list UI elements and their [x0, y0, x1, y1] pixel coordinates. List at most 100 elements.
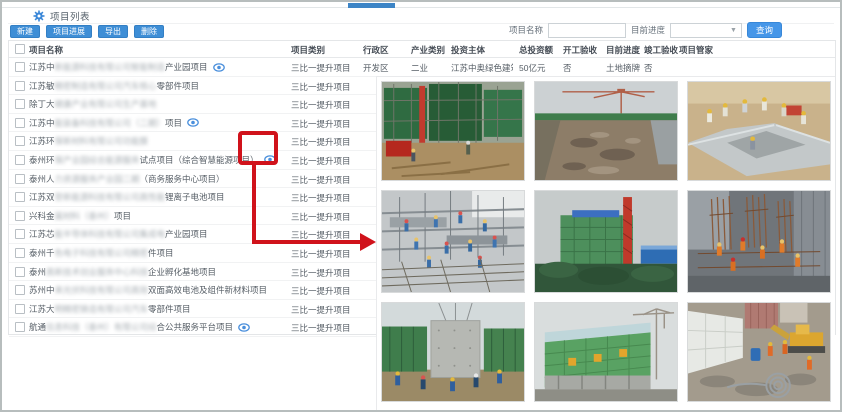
col-amount: 总投资额 [519, 44, 553, 56]
row-checkbox[interactable] [15, 322, 25, 332]
project-name: 泰州千色电子科技有限公司精密件项目 [29, 244, 174, 262]
construction-photo-6[interactable] [687, 190, 831, 293]
project-category-cell: 三比一提升项目 [291, 192, 351, 204]
completion-acceptance-cell: 否 [644, 62, 653, 74]
app-frame: 项目列表 新建 项目进展 导出 删除 项目名称 目前进度 ▼ 查询 项目名称 项… [0, 0, 842, 412]
chevron-down-icon: ▼ [730, 27, 737, 34]
col-district: 行政区 [363, 44, 389, 56]
new-button[interactable]: 新建 [10, 25, 40, 38]
project-category-cell: 三比一提升项目 [291, 136, 351, 148]
project-category-cell: 三比一提升项目 [291, 248, 351, 260]
row-checkbox[interactable] [15, 229, 25, 239]
project-name: 江苏芯能半导体科技有限公司集成电产业园项目 [29, 225, 208, 243]
col-project-name: 项目名称 [29, 44, 63, 56]
project-name: 江苏中新能源科技有限公司智能制造产业园项目 [29, 58, 225, 76]
project-name: 江苏双登新能源科技有限公司高性能锂离子电池项目 [29, 188, 225, 206]
project-category-cell: 三比一提升项目 [291, 322, 351, 334]
photo-panel [376, 76, 835, 410]
col-industry: 产业类别 [411, 44, 445, 56]
redacted-text: 新能源科技有限公司智能制造 [55, 61, 166, 73]
project-name: 兴科金属材料（泰州）项目 [29, 207, 131, 225]
row-checkbox[interactable] [15, 211, 25, 221]
redacted-text: 来光伏科技有限公司高效 [55, 284, 149, 296]
redacted-text: 保新材料有限公司功能膜 [55, 135, 149, 147]
col-manager: 项目管家 [679, 44, 713, 56]
row-checkbox[interactable] [15, 192, 25, 202]
project-name: 江苏中能装备科技有限公司（二期）项目 [29, 114, 199, 132]
project-name: 江苏环保新材料有限公司功能膜 [29, 132, 148, 150]
project-category-cell: 三比一提升项目 [291, 304, 351, 316]
redacted-text: 信息科技（泰州）有限公司综 [46, 321, 157, 333]
top-divider [2, 7, 840, 8]
construction-photo-2[interactable] [534, 81, 678, 181]
project-name: 苏州中来光伏科技有限公司高效双面高效电池及组件新材料项目 [29, 281, 267, 299]
project-name: 泰州高新技术创业服务中心科技企业孵化基地项目 [29, 263, 216, 281]
project-progress-button[interactable]: 项目进展 [46, 25, 92, 38]
project-name: 江苏大明精密铸造有限公司汽车零部件项目 [29, 300, 191, 318]
project-category-cell: 三比一提升项目 [291, 229, 351, 241]
project-category-cell: 三比一提升项目 [291, 174, 351, 186]
progress-cell: 土地摘牌 [606, 62, 640, 74]
row-checkbox[interactable] [15, 81, 25, 91]
row-checkbox[interactable] [15, 118, 25, 128]
project-name: 江苏敏精密制造有限公司汽车核心零部件项目 [29, 77, 199, 95]
project-name: 泰州环保产业园综合能源服务试点项目（综合智慧能源项目） [29, 151, 276, 169]
col-progress: 目前进度 [606, 44, 640, 56]
redacted-text: 力资源服务产业园二期 [55, 173, 140, 185]
project-category-cell: 三比一提升项目 [291, 62, 351, 74]
row-checkbox[interactable] [15, 62, 25, 72]
redacted-text: 能半导体科技有限公司集成电 [55, 228, 166, 240]
row-checkbox[interactable] [15, 285, 25, 295]
redacted-text: 保产业园综合能源服务 [55, 154, 140, 166]
col-start-acceptance: 开工验收 [563, 44, 597, 56]
redacted-text: 精密制造有限公司汽车核心 [55, 80, 157, 92]
row-checkbox[interactable] [15, 267, 25, 277]
project-category-cell: 三比一提升项目 [291, 118, 351, 130]
active-tab-indicator[interactable] [348, 3, 395, 8]
row-checkbox[interactable] [15, 304, 25, 314]
redacted-text: 明精密铸造有限公司汽车 [55, 303, 149, 315]
toolbar: 新建 项目进展 导出 删除 [10, 25, 164, 38]
view-eye-icon[interactable] [213, 63, 225, 72]
construction-photo-3[interactable] [687, 81, 831, 181]
titlebar: 项目列表 [33, 9, 90, 23]
project-category-cell: 三比一提升项目 [291, 81, 351, 93]
redacted-text: 高新技术创业服务中心科技 [46, 266, 148, 278]
redacted-text: 色电子科技有限公司精密 [55, 247, 149, 259]
redacted-text: 属材料（泰州） [55, 210, 115, 222]
construction-photo-4[interactable] [381, 190, 525, 293]
page-title: 项目列表 [50, 9, 90, 23]
row-checkbox[interactable] [15, 248, 25, 258]
investor-cell: 江苏中奥绿色建筑... [451, 62, 513, 74]
industry-cell: 二业 [411, 62, 428, 74]
construction-photo-8[interactable] [534, 302, 678, 402]
construction-photo-5[interactable] [534, 190, 678, 293]
view-eye-icon[interactable] [238, 323, 250, 332]
photo-grid [381, 81, 835, 402]
col-investor: 投资主体 [451, 44, 513, 56]
progress-select[interactable]: ▼ [670, 23, 742, 38]
view-eye-icon[interactable] [264, 155, 276, 164]
table-row[interactable]: 江苏中新能源科技有限公司智能制造产业园项目 三比一提升项目 开发区 二业 江苏中… [9, 58, 835, 77]
row-checkbox[interactable] [15, 155, 25, 165]
project-category-cell: 三比一提升项目 [291, 211, 351, 223]
row-checkbox[interactable] [15, 174, 25, 184]
query-button[interactable]: 查询 [747, 22, 782, 38]
project-category-cell: 三比一提升项目 [291, 285, 351, 297]
row-checkbox[interactable] [15, 136, 25, 146]
project-category-cell: 三比一提升项目 [291, 99, 351, 111]
view-eye-icon[interactable] [187, 118, 199, 127]
project-name-label: 项目名称 [509, 24, 543, 36]
delete-button[interactable]: 删除 [134, 25, 164, 38]
export-button[interactable]: 导出 [98, 25, 128, 38]
redacted-text: 登新能源科技有限公司高性能 [55, 191, 166, 203]
select-all-checkbox[interactable] [15, 44, 25, 54]
construction-photo-1[interactable] [381, 81, 525, 181]
row-checkbox[interactable] [15, 99, 25, 109]
table-header: 项目名称 项目类别 行政区 产业类别 投资主体 总投资额 开工验收 目前进度 竣… [9, 41, 835, 58]
progress-label: 目前进度 [631, 24, 665, 36]
construction-photo-7[interactable] [381, 302, 525, 402]
construction-photo-9[interactable] [687, 302, 831, 402]
project-category-cell: 三比一提升项目 [291, 267, 351, 279]
project-name-input[interactable] [548, 23, 626, 38]
